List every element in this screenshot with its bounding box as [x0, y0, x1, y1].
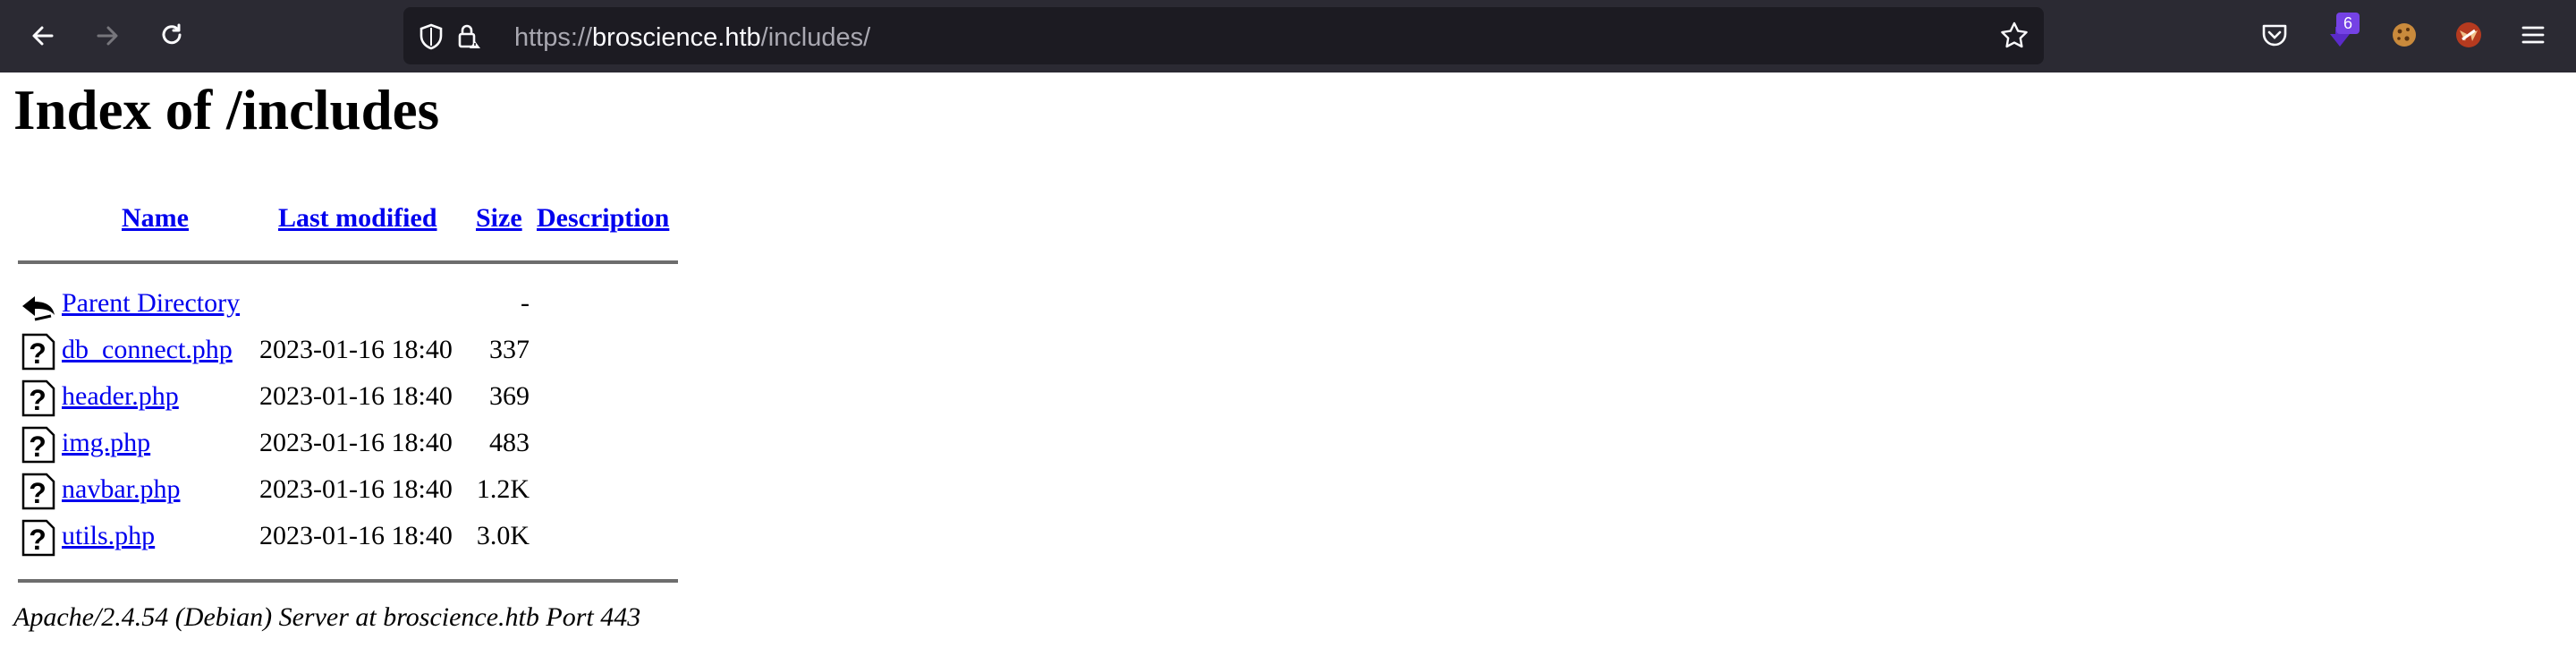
- forward-button[interactable]: [88, 16, 127, 55]
- pocket-button[interactable]: [2258, 18, 2292, 52]
- url-path: /includes/: [760, 23, 871, 52]
- modified-cell: 2023-01-16 18:40: [259, 474, 453, 504]
- unknown-file-icon: ?: [21, 379, 55, 417]
- back-icon: [22, 296, 55, 321]
- server-signature: Apache/2.4.54 (Debian) Server at broscie…: [13, 602, 641, 632]
- foxy-extension-button[interactable]: [2452, 18, 2486, 52]
- size-cell: 369: [489, 381, 530, 411]
- unknown-file-icon: ?: [21, 519, 55, 557]
- pocket-icon: [2262, 24, 2287, 47]
- address-bar[interactable]: https://broscience.htb/includes/: [403, 7, 2044, 64]
- unknown-file-icon: ?: [21, 473, 55, 510]
- modified-cell: 2023-01-16 18:40: [259, 521, 453, 550]
- extension-badge: 6: [2336, 13, 2360, 34]
- sort-by-last-modified-link[interactable]: Last modified: [278, 203, 437, 234]
- footer-divider: [18, 579, 678, 583]
- sort-by-name-link[interactable]: Name: [122, 203, 189, 234]
- file-link-db-connect[interactable]: db_connect.php: [62, 335, 233, 365]
- url-host: broscience.htb: [592, 23, 761, 52]
- bookmark-star-icon[interactable]: [1999, 21, 2029, 51]
- cookie-icon: [2393, 23, 2416, 47]
- size-cell: 3.0K: [476, 521, 530, 550]
- header-divider: [18, 260, 678, 264]
- file-link-navbar[interactable]: navbar.php: [62, 474, 180, 505]
- url-scheme: https://: [514, 23, 593, 52]
- modified-cell: 2023-01-16 18:40: [259, 428, 453, 457]
- modified-cell: 2023-01-16 18:40: [259, 335, 453, 364]
- file-link-utils[interactable]: utils.php: [62, 521, 155, 551]
- cookie-extension-button[interactable]: [2387, 18, 2421, 52]
- sort-by-size-link[interactable]: Size: [476, 203, 522, 234]
- browser-toolbar: https://broscience.htb/includes/ 6: [0, 0, 2576, 72]
- size-cell: 337: [489, 335, 530, 364]
- size-cell: 483: [489, 428, 530, 457]
- reload-button[interactable]: [152, 16, 191, 55]
- file-link-header[interactable]: header.php: [62, 381, 179, 412]
- svg-text:?: ?: [29, 477, 47, 509]
- unknown-file-icon: ?: [21, 426, 55, 464]
- size-cell: 1.2K: [476, 474, 530, 504]
- size-cell: -: [521, 288, 530, 318]
- sort-by-description-link[interactable]: Description: [537, 203, 669, 234]
- svg-text:?: ?: [29, 524, 47, 556]
- svg-text:?: ?: [29, 337, 47, 370]
- svg-text:?: ?: [29, 431, 47, 463]
- url-text[interactable]: https://broscience.htb/includes/: [514, 23, 870, 53]
- arrow-right-icon: [97, 26, 118, 46]
- svg-text:?: ?: [29, 384, 47, 416]
- file-link-img[interactable]: img.php: [62, 428, 150, 458]
- shield-icon[interactable]: [416, 21, 446, 52]
- hamburger-menu-icon: [2521, 26, 2545, 44]
- menu-button[interactable]: [2516, 18, 2550, 52]
- back-button[interactable]: [23, 16, 63, 55]
- fox-extension-icon: [2456, 22, 2481, 47]
- modified-cell: 2023-01-16 18:40: [259, 381, 453, 411]
- arrow-left-icon: [32, 26, 54, 46]
- reload-icon: [162, 23, 182, 45]
- lock-icon[interactable]: [453, 21, 484, 52]
- page-title: Index of /includes: [13, 79, 440, 141]
- parent-directory-link[interactable]: Parent Directory: [62, 288, 240, 319]
- unknown-file-icon: ?: [21, 333, 55, 371]
